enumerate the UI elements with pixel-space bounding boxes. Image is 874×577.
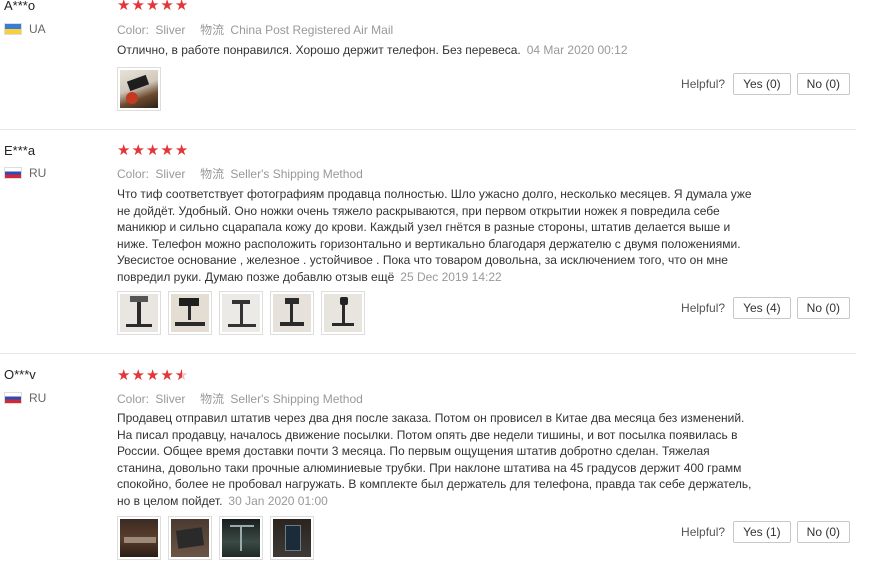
helpful-yes-button[interactable]: Yes (1): [733, 521, 791, 543]
star-icon: ★: [117, 0, 131, 14]
review-photo[interactable]: [321, 291, 365, 335]
review-divider: [0, 353, 856, 354]
rating-stars: ★ ★ ★ ★ ★: [117, 368, 188, 383]
helpful-no-button[interactable]: No (0): [796, 73, 850, 95]
shipping-value: China Post Registered Air Mail: [230, 23, 394, 37]
review-divider: [0, 129, 856, 130]
review-photos: [117, 291, 365, 335]
russia-flag-icon: [4, 167, 22, 179]
star-icon: ★: [174, 0, 189, 14]
review-photos: [117, 67, 161, 111]
reviewer-country: RU: [4, 166, 46, 180]
review-text: Продавец отправил штатив через два дня п…: [117, 410, 757, 509]
shipping-value: Seller's Shipping Method: [230, 392, 363, 406]
helpful-votes: Helpful? Yes (0) No (0): [681, 73, 850, 95]
helpful-yes-button[interactable]: Yes (4): [733, 297, 791, 319]
helpful-no-button[interactable]: No (0): [796, 521, 850, 543]
review-photo[interactable]: [117, 67, 161, 111]
review-body: Отлично, в работе понравился. Хорошо дер…: [117, 43, 521, 57]
review-photo[interactable]: [270, 516, 314, 560]
reviewer-country: RU: [4, 391, 46, 405]
star-icon: ★: [131, 0, 145, 14]
review-date: 30 Jan 2020 01:00: [228, 493, 328, 508]
review-date: 04 Mar 2020 00:12: [526, 43, 628, 57]
helpful-no-button[interactable]: No (0): [796, 297, 850, 319]
shipping-label: 物流: [200, 392, 225, 406]
helpful-votes: Helpful? Yes (1) No (0): [681, 521, 850, 543]
review-photo[interactable]: [219, 516, 263, 560]
helpful-label: Helpful?: [681, 525, 726, 539]
color-label: Color:: [117, 167, 150, 181]
helpful-votes: Helpful? Yes (4) No (0): [681, 297, 850, 319]
star-icon: ★: [174, 142, 189, 159]
star-icon: ★: [117, 367, 131, 384]
color-label: Color:: [117, 23, 150, 37]
half-star-icon: ★: [175, 368, 188, 383]
reviewer-name: O***v: [4, 367, 36, 382]
reviewer-name: E***a: [4, 143, 36, 158]
review-body: Продавец отправил штатив через два дня п…: [117, 411, 752, 508]
review-photo[interactable]: [219, 291, 263, 335]
reviewer-country: UA: [4, 22, 46, 36]
color-value: Sliver: [155, 167, 186, 181]
star-icon: ★: [131, 142, 145, 159]
order-info: Color: Sliver 物流 China Post Registered A…: [117, 21, 393, 38]
review-photo[interactable]: [168, 291, 212, 335]
star-icon: ★: [117, 142, 131, 159]
review-date: 25 Dec 2019 14:22: [400, 269, 502, 284]
country-code: RU: [29, 391, 47, 405]
review-photo[interactable]: [270, 291, 314, 335]
star-icon: ★: [160, 367, 174, 384]
shipping-value: Seller's Shipping Method: [230, 167, 363, 181]
helpful-label: Helpful?: [681, 301, 726, 315]
rating-stars: ★ ★ ★ ★ ★: [117, 143, 188, 158]
star-icon: ★: [145, 142, 160, 159]
star-icon: ★: [160, 0, 174, 14]
color-value: Sliver: [155, 23, 186, 37]
order-info: Color: Sliver 物流 Seller's Shipping Metho…: [117, 390, 363, 407]
rating-stars: ★ ★ ★ ★ ★: [117, 0, 188, 13]
helpful-yes-button[interactable]: Yes (0): [733, 73, 791, 95]
color-label: Color:: [117, 392, 150, 406]
review-text: Отлично, в работе понравился. Хорошо дер…: [117, 42, 757, 59]
reviewer-name: A***o: [4, 0, 36, 13]
star-icon: ★: [145, 367, 160, 384]
review-photo[interactable]: [117, 516, 161, 560]
country-code: RU: [29, 166, 47, 180]
star-icon: ★: [131, 367, 145, 384]
shipping-label: 物流: [200, 23, 225, 37]
shipping-label: 物流: [200, 167, 225, 181]
order-info: Color: Sliver 物流 Seller's Shipping Metho…: [117, 165, 363, 182]
color-value: Sliver: [155, 392, 186, 406]
helpful-label: Helpful?: [681, 77, 726, 91]
ukraine-flag-icon: [4, 23, 22, 35]
review-photos: [117, 516, 314, 560]
review-photo[interactable]: [117, 291, 161, 335]
review-text: Что тиф соответствует фотографиям продав…: [117, 186, 757, 285]
review-photo[interactable]: [168, 516, 212, 560]
star-icon: ★: [145, 0, 160, 14]
russia-flag-icon: [4, 392, 22, 404]
country-code: UA: [29, 22, 46, 36]
star-icon: ★: [160, 142, 174, 159]
